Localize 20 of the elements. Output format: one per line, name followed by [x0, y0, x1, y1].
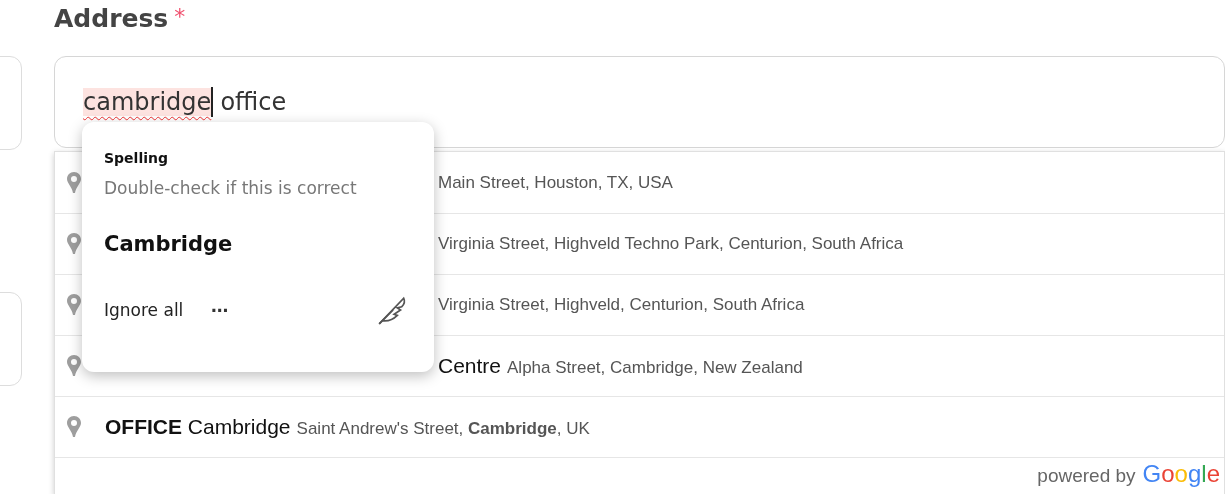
popup-heading: Spelling	[104, 150, 168, 166]
ignore-all-button[interactable]: Ignore all	[104, 300, 184, 320]
pin-icon	[67, 233, 81, 255]
brand-logo: Google	[1142, 460, 1220, 488]
suggestion-item[interactable]: Main Street, Houston, TX, USA	[438, 172, 673, 193]
pin-icon	[67, 355, 81, 377]
required-mark: *	[174, 4, 186, 29]
spelling-suggestion[interactable]: Cambridge	[104, 232, 233, 256]
popup-hint: Double-check if this is correct	[104, 178, 357, 198]
suggestion-item[interactable]: OFFICE Cambridge Saint Andrew's Street, Cambridge, UK	[105, 415, 590, 439]
pin-icon	[67, 294, 81, 316]
field-label: Address	[54, 4, 169, 33]
suggestion-item[interactable]: Centre Alpha Street, Cambridge, New Zealand	[438, 354, 803, 378]
pin-icon	[67, 416, 81, 438]
quill-icon[interactable]	[376, 294, 408, 326]
attribution-text: powered by	[1037, 465, 1136, 487]
suggestion-item[interactable]: Virginia Street, Highveld, Centurion, South Africa	[438, 295, 805, 315]
suggestion-item[interactable]: Virginia Street, Highveld Techno Park, Centurion, South Africa	[438, 234, 904, 254]
pin-icon	[67, 171, 81, 194]
more-button[interactable]: ⋯	[211, 300, 229, 320]
